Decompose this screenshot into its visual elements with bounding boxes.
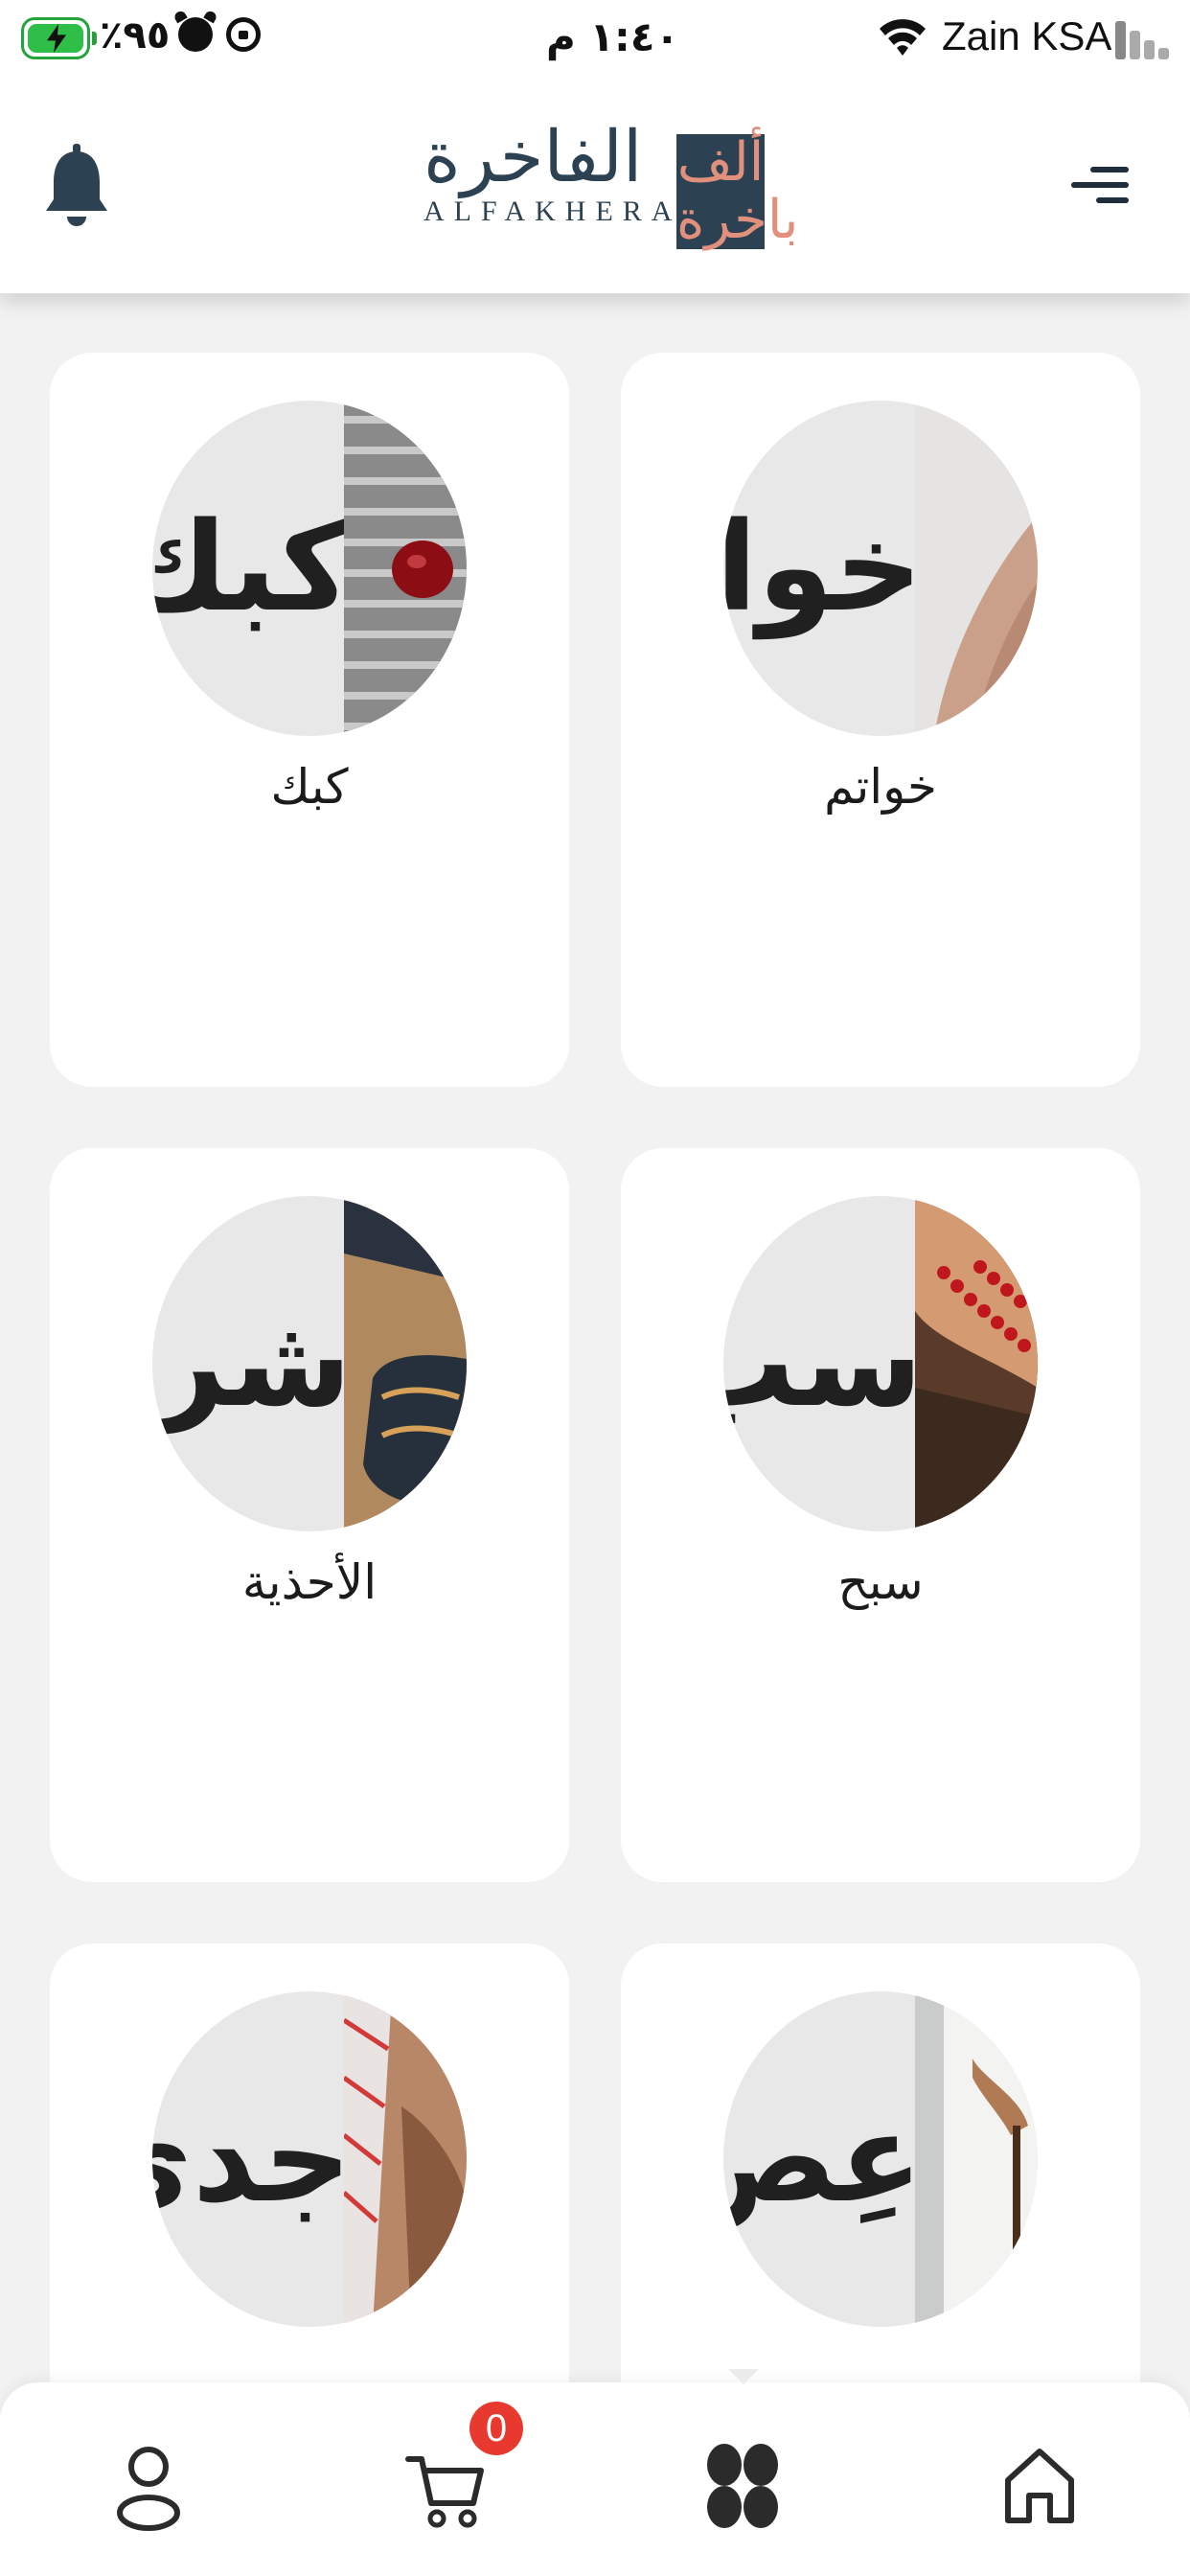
category-photo xyxy=(344,1991,467,2327)
battery-percent: ٪٩٥ xyxy=(100,13,171,58)
category-image: عِص xyxy=(723,1991,1038,2327)
category-photo xyxy=(915,401,1038,736)
category-label: سبح xyxy=(837,1554,924,1610)
signal-icon xyxy=(1115,19,1173,59)
active-indicator xyxy=(728,2369,759,2384)
bell-icon[interactable] xyxy=(42,144,111,228)
category-photo xyxy=(344,401,467,736)
app-logo: الفاخرة ALFAKHERA ألف باخرة xyxy=(412,109,799,259)
alarm-icon xyxy=(178,17,213,52)
category-grid: خوا خواتم كبك كبك سب سبح شر الأحذية عِص … xyxy=(0,293,1190,2382)
category-image: شرف xyxy=(152,1196,467,1531)
category-card-shoes[interactable]: شرف الأحذية xyxy=(50,1148,569,1882)
home-icon[interactable] xyxy=(996,2436,1083,2532)
category-card-new[interactable]: جدي xyxy=(50,1944,569,2382)
bottom-nav: 0 xyxy=(0,2369,1190,2576)
category-photo xyxy=(344,1196,467,1531)
category-card-canes[interactable]: عِص xyxy=(621,1944,1140,2382)
category-image: خوا xyxy=(723,401,1038,736)
logo-arabic: الفاخرة xyxy=(423,116,643,198)
logo-mark: ألف باخرة xyxy=(676,131,799,251)
cart-icon[interactable] xyxy=(402,2436,489,2532)
status-bar: ٪٩٥ ١:٤٠ م Zain KSA xyxy=(0,0,1190,80)
category-image: جدي xyxy=(152,1991,467,2327)
menu-icon[interactable] xyxy=(1067,151,1129,218)
category-photo xyxy=(915,1196,1038,1531)
app-header: الفاخرة ALFAKHERA ألف باخرة xyxy=(0,80,1190,293)
logo-latin: ALFAKHERA xyxy=(423,196,682,227)
category-photo xyxy=(915,1991,1038,2327)
status-time: ١:٤٠ م xyxy=(546,13,680,60)
profile-icon[interactable] xyxy=(105,2436,192,2532)
category-card-prayer-beads[interactable]: سب سبح xyxy=(621,1148,1140,1882)
categories-icon[interactable] xyxy=(699,2436,786,2532)
category-label: كبك xyxy=(270,759,349,815)
wifi-icon xyxy=(880,19,926,56)
category-label: الأحذية xyxy=(241,1554,378,1610)
carrier-name: Zain KSA xyxy=(942,13,1112,58)
category-image: كبك xyxy=(152,401,467,736)
category-image: سب xyxy=(723,1196,1038,1531)
cart-count-badge: 0 xyxy=(469,2402,523,2455)
category-card-cufflinks[interactable]: كبك كبك xyxy=(50,353,569,1087)
battery-icon xyxy=(21,17,97,59)
category-card-rings[interactable]: خوا خواتم xyxy=(621,353,1140,1087)
category-label: خواتم xyxy=(824,759,937,815)
rotation-lock-icon xyxy=(226,17,261,52)
